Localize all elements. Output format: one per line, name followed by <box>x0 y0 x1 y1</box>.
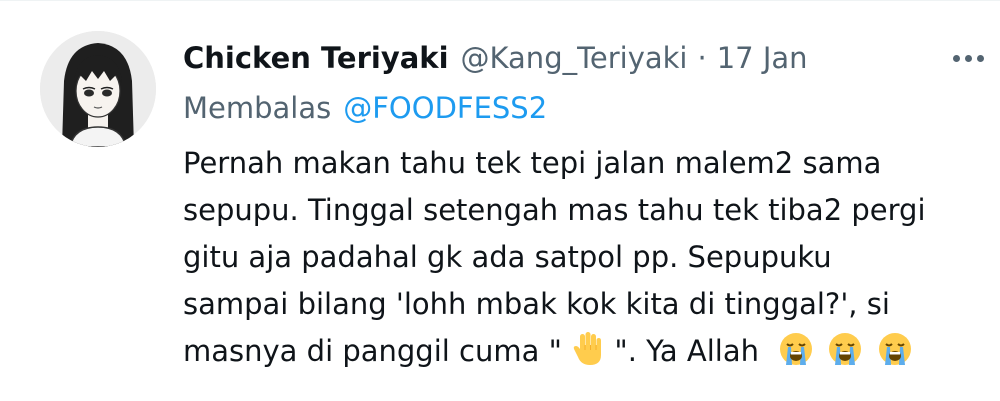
tweet-text-line: gitu aja padahal gk ada satpol pp. Sepup… <box>183 240 832 274</box>
separator-dot: · <box>697 41 707 75</box>
tweet-text-line: sampai bilang 'lohh mbak kok kita di tin… <box>183 287 890 321</box>
reply-context: Membalas @FOODFESS2 <box>183 86 547 130</box>
raised-hand-emoji-icon <box>571 331 605 381</box>
tweet-timestamp[interactable]: 17 Jan <box>717 41 808 75</box>
tweet-text-segment: masnya di panggil cuma " <box>183 334 562 368</box>
loudly-crying-face-emoji-icon <box>877 331 913 381</box>
tweet-text-segment: ". Ya Allah <box>614 334 759 368</box>
reply-label: Membalas <box>183 91 332 125</box>
avatar[interactable] <box>40 31 156 147</box>
tweet-text-line: sepupu. Tinggal setengah mas tahu tek ti… <box>183 193 926 227</box>
reply-to-handle-link[interactable]: @FOODFESS2 <box>343 91 547 125</box>
more-options-button[interactable] <box>950 46 986 70</box>
author-display-name[interactable]: Chicken Teriyaki <box>183 41 449 75</box>
loudly-crying-face-emoji-icon <box>778 331 814 381</box>
more-horizontal-icon <box>950 54 986 62</box>
anime-girl-avatar-icon <box>40 31 156 147</box>
tweet-header: Chicken Teriyaki @Kang_Teriyaki · 17 Jan <box>183 36 880 80</box>
author-handle[interactable]: @Kang_Teriyaki <box>461 41 688 75</box>
tweet-text: Pernah makan tahu tek tepi jalan malem2 … <box>183 140 973 375</box>
loudly-crying-face-emoji-icon <box>827 331 863 381</box>
tweet-text-line: Pernah makan tahu tek tepi jalan malem2 … <box>183 146 882 180</box>
top-divider <box>0 0 1000 1</box>
tweet-text-last-line: masnya di panggil cuma " ". Ya Allah <box>183 328 973 375</box>
